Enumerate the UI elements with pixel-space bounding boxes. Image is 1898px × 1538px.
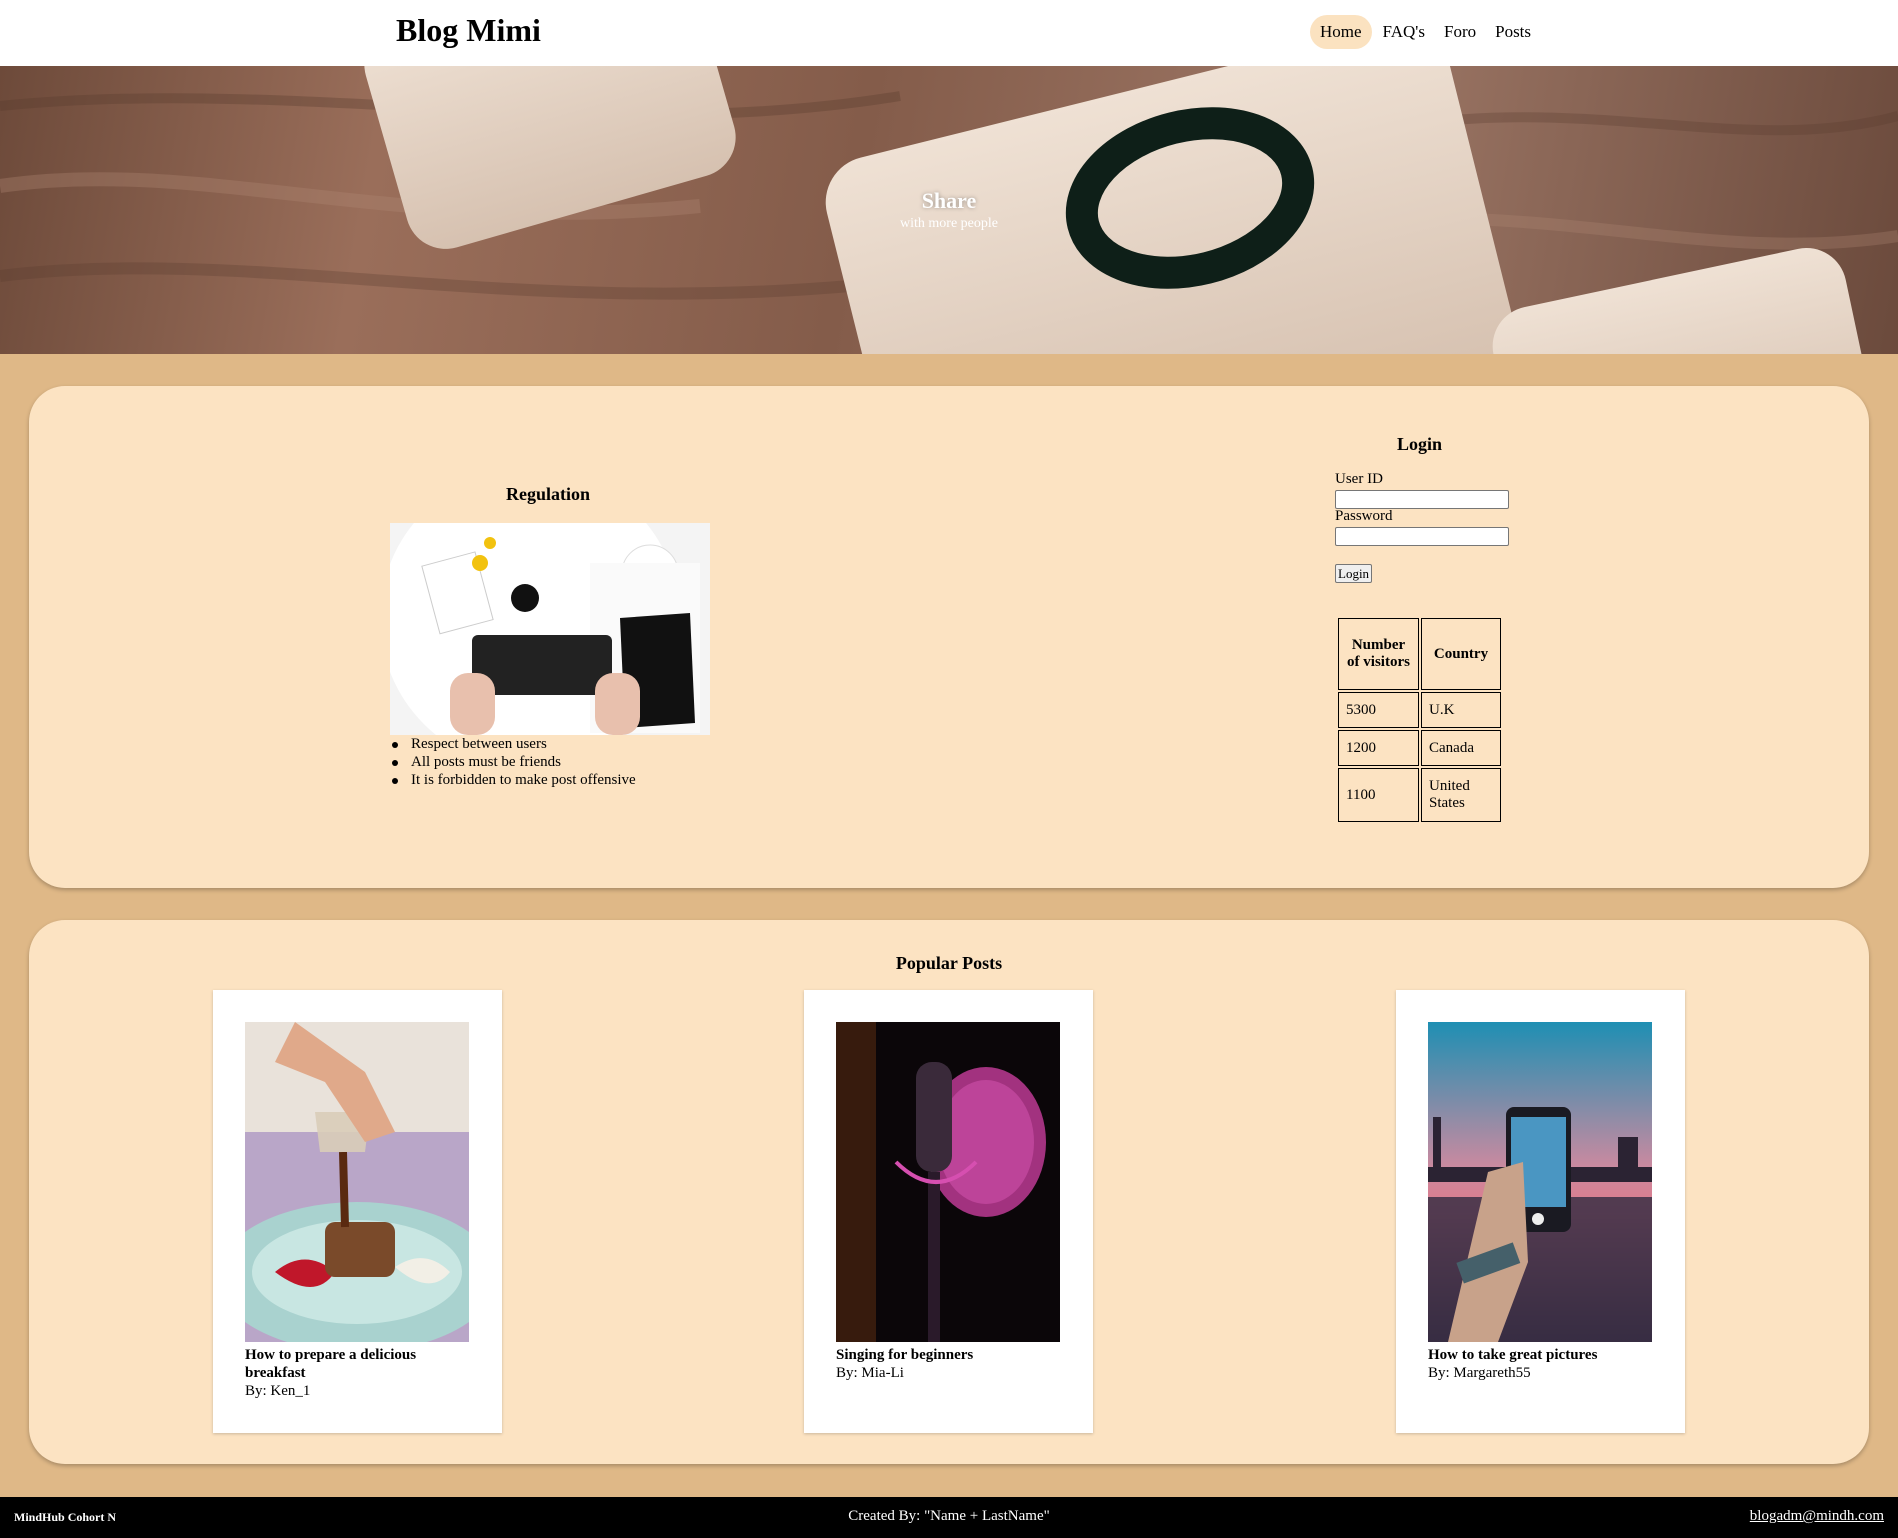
post-card[interactable]: How to prepare a delicious breakfast By:… xyxy=(213,990,502,1433)
post-image xyxy=(836,1022,1060,1342)
post-title[interactable]: How to prepare a delicious breakfast xyxy=(245,1346,469,1382)
site-brand[interactable]: Blog Mimi xyxy=(396,12,541,49)
hero-banner: Share with more people xyxy=(0,66,1898,354)
table-row: 1100 United States xyxy=(1338,768,1501,822)
footer-email-link[interactable]: blogadm@mindh.com xyxy=(1750,1508,1884,1525)
rule-item: Respect between users xyxy=(390,735,636,753)
nav-posts-link[interactable]: Posts xyxy=(1487,15,1539,49)
password-input[interactable] xyxy=(1335,527,1509,546)
post-title[interactable]: Singing for beginners xyxy=(836,1346,1060,1364)
post-card[interactable]: Singing for beginners By: Mia-Li xyxy=(804,990,1093,1433)
hero-title: Share xyxy=(921,188,977,213)
table-row: 1200 Canada xyxy=(1338,730,1501,766)
hero-subtitle: with more people xyxy=(900,216,998,231)
regulation-title: Regulation xyxy=(506,484,591,504)
post-author: By: Ken_1 xyxy=(245,1383,311,1399)
main-nav: Home FAQ's Foro Posts xyxy=(1310,15,1542,49)
login-title: Login xyxy=(1397,434,1443,454)
rules-list: Respect between users All posts must be … xyxy=(390,735,636,789)
nav-foro-link[interactable]: Foro xyxy=(1436,15,1484,49)
login-button[interactable]: Login xyxy=(1335,564,1373,583)
regulation-image xyxy=(390,523,710,735)
post-author: By: Margareth55 xyxy=(1428,1365,1531,1381)
post-author: By: Mia-Li xyxy=(836,1365,904,1381)
post-image xyxy=(1428,1022,1652,1342)
nav-home-link[interactable]: Home xyxy=(1310,15,1372,49)
table-cell: 1100 xyxy=(1338,768,1419,822)
info-panel xyxy=(29,386,1869,888)
table-cell: Canada xyxy=(1421,730,1501,766)
footer-credits: Created By: "Name + LastName" xyxy=(848,1508,1050,1524)
page-footer: MindHub Cohort N Created By: "Name + Las… xyxy=(0,1497,1898,1538)
top-navbar: Blog Mimi Home FAQ's Foro Posts xyxy=(0,0,1898,66)
table-row: 5300 U.K xyxy=(1338,692,1501,728)
table-cell: U.K xyxy=(1421,692,1501,728)
rule-item: All posts must be friends xyxy=(390,753,636,771)
user-id-label: User ID xyxy=(1335,471,1383,487)
table-cell: 5300 xyxy=(1338,692,1419,728)
nav-faqs-link[interactable]: FAQ's xyxy=(1375,15,1433,49)
password-label: Password xyxy=(1335,508,1393,524)
table-header-row: Number of visitors Country xyxy=(1338,618,1501,690)
column-header: Country xyxy=(1421,618,1501,690)
post-title[interactable]: How to take great pictures xyxy=(1428,1346,1652,1364)
rule-item: It is forbidden to make post offensive xyxy=(390,771,636,789)
post-card[interactable]: How to take great pictures By: Margareth… xyxy=(1396,990,1685,1433)
table-cell: 1200 xyxy=(1338,730,1419,766)
visitors-table: Number of visitors Country 5300 U.K 1200… xyxy=(1336,616,1503,824)
popular-posts-title: Popular Posts xyxy=(895,953,1003,973)
post-image xyxy=(245,1022,469,1342)
column-header: Number of visitors xyxy=(1338,618,1419,690)
user-id-input[interactable] xyxy=(1335,490,1509,509)
table-cell: United States xyxy=(1421,768,1501,822)
